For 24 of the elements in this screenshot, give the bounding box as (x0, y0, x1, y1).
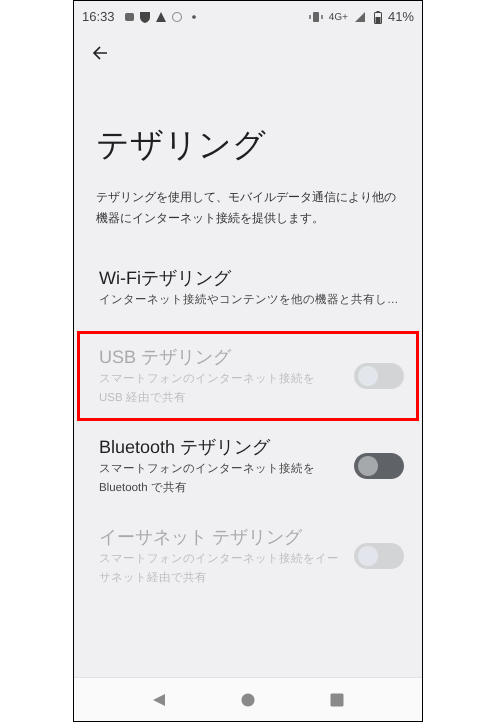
network-label: 4G+ (328, 10, 348, 24)
warning-icon (156, 12, 166, 22)
row-summary: スマートフォンのインターネット接続を Bluetooth で共有 (99, 462, 316, 496)
info-icon (172, 12, 182, 22)
vibrate-icon (308, 11, 323, 23)
recents-icon[interactable] (330, 692, 344, 706)
shield-icon (140, 12, 150, 22)
row-title: USB テザリング (99, 346, 232, 369)
dot-icon (192, 15, 196, 19)
battery-icon (374, 10, 382, 24)
back-icon[interactable] (92, 45, 108, 61)
signal-icon (354, 11, 368, 23)
home-icon[interactable] (240, 692, 255, 706)
row-title: Bluetooth テザリング (99, 436, 272, 459)
page-title: テザリング (95, 125, 267, 165)
row-title: Wi-Fiテザリング (99, 266, 232, 290)
toggle-switch[interactable] (354, 453, 404, 479)
back-nav-icon[interactable] (152, 692, 166, 706)
clock: 16:33 (82, 8, 115, 26)
battery-percent: 41% (388, 8, 414, 26)
row-title: イーサネット テザリング (99, 526, 304, 549)
description: テザリングを使用して、モバイルデータ通信により他の機器にインターネット接続を提供します。 (95, 189, 397, 227)
message-icon (124, 13, 134, 21)
row-summary: インターネット接続やコンテンツを他の機器と共有し… (99, 292, 400, 308)
